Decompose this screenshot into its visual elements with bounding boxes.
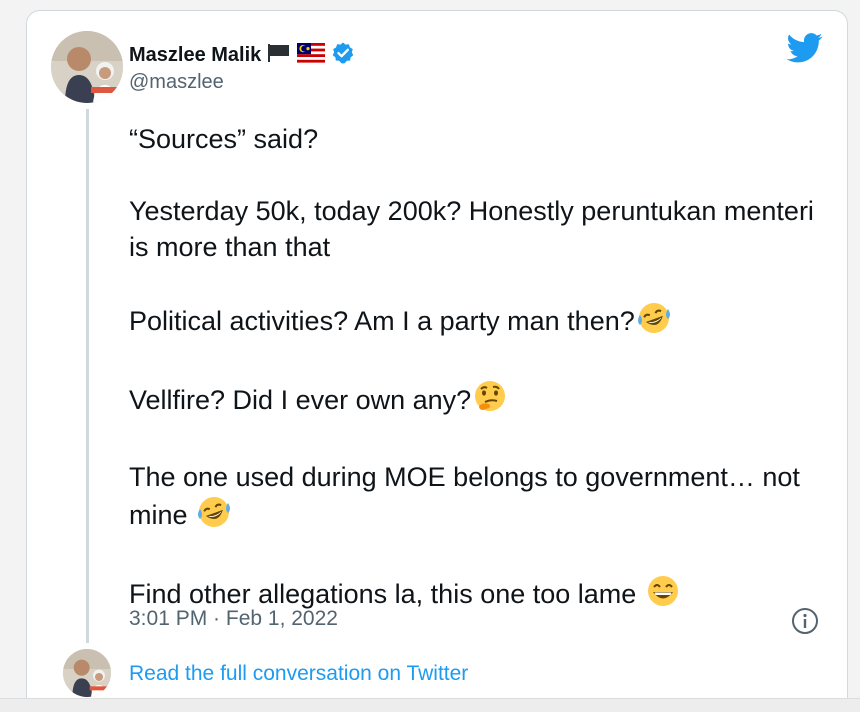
black-flag-icon (267, 43, 291, 68)
tweet-paragraph-3: Political activities? Am I a party man t… (129, 301, 829, 344)
page: Maszlee Malik @maszlee “Sources” said? Y… (0, 0, 860, 712)
author-name-row: Maszlee Malik (129, 41, 355, 70)
author-handle[interactable]: @maszlee (129, 71, 224, 94)
rolling-laughing-emoji-icon (637, 301, 671, 344)
grinning-squinting-emoji-icon (646, 574, 680, 617)
tweet-paragraph-5: The one used during MOE belongs to gover… (129, 459, 829, 538)
tweet-paragraph-4: Vellfire? Did I ever own any? (129, 380, 829, 423)
verified-badge-icon (331, 41, 355, 70)
tweet-paragraph-2: Yesterday 50k, today 200k? Honestly peru… (129, 193, 829, 265)
tweet-paragraph-1: “Sources” said? (129, 121, 829, 157)
browser-bottom-bar (0, 698, 860, 712)
tweet-text: “Sources” said? Yesterday 50k, today 200… (129, 121, 829, 653)
tweet-timestamp[interactable]: 3:01 PM · Feb 1, 2022 (129, 607, 338, 631)
tweet-line: Political activities? Am I a party man t… (129, 306, 635, 336)
info-icon[interactable] (791, 607, 819, 640)
author-avatar[interactable] (51, 31, 123, 103)
tweet-line: “Sources” said? (129, 124, 319, 154)
tweet-line: Find other allegations la, this one too … (129, 579, 637, 609)
tweet-card: Maszlee Malik @maszlee “Sources” said? Y… (26, 10, 848, 712)
tweet-line: Vellfire? Did I ever own any? (129, 385, 472, 415)
thread-line (86, 109, 89, 643)
footer-avatar[interactable] (63, 649, 111, 697)
rolling-laughing-emoji-icon (197, 495, 231, 538)
author-display-name[interactable]: Maszlee Malik (129, 44, 261, 67)
tweet-line: Yesterday 50k, today 200k? Honestly peru… (129, 196, 814, 262)
thinking-face-emoji-icon (473, 380, 507, 423)
malaysia-flag-icon (297, 43, 326, 68)
read-full-conversation-link[interactable]: Read the full conversation on Twitter (129, 662, 468, 686)
twitter-bird-icon[interactable] (786, 33, 823, 68)
